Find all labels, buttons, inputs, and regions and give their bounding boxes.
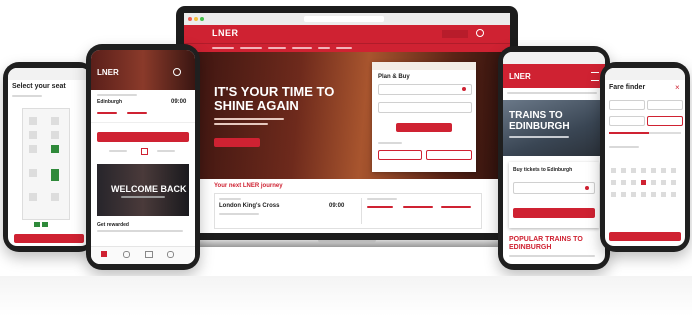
time-field[interactable] [647, 116, 683, 126]
departure-time: 09:00 [329, 203, 345, 209]
fare-finder-title: Fare finder [609, 84, 646, 91]
departure-time: 09:00 [171, 99, 187, 105]
logo[interactable]: LNER [509, 72, 531, 81]
swap-icon[interactable] [141, 148, 148, 155]
logo: LNER [97, 68, 119, 77]
return-option[interactable] [378, 150, 422, 160]
section-title: Get rewarded [97, 222, 129, 228]
destination: Edinburgh [97, 99, 122, 105]
phone-trains: LNER TRAINS TO EDINBURGH Buy tickets to … [498, 46, 610, 270]
hero-title: TRAINS TO EDINBURGH [509, 110, 570, 132]
tickets-icon[interactable] [145, 251, 153, 258]
destination-field[interactable] [647, 100, 683, 110]
seat-map[interactable] [22, 108, 70, 220]
find-trains-button[interactable] [513, 208, 595, 218]
date-field[interactable] [609, 116, 645, 126]
home-icon[interactable] [101, 251, 107, 257]
logo[interactable]: LNER [212, 28, 239, 38]
buy-tickets-button[interactable] [396, 123, 452, 132]
search-icon[interactable] [476, 29, 484, 37]
buy-tickets-card: Buy tickets to Edinburgh [509, 162, 599, 228]
more-options[interactable] [426, 150, 472, 160]
hero-cta-button[interactable] [214, 138, 260, 147]
selected-date[interactable] [641, 180, 646, 185]
welcome-banner[interactable]: WELCOME BACK [97, 164, 189, 216]
account-icon[interactable] [173, 68, 181, 76]
account-icon[interactable] [167, 251, 174, 258]
journey-card[interactable]: London King's Cross 09:00 [214, 193, 482, 229]
seat-screen-title: Select your seat [12, 83, 66, 90]
search-icon[interactable] [123, 251, 130, 258]
selected-seat[interactable] [51, 169, 59, 181]
location-pin-icon [585, 186, 589, 190]
phone-fare-finder: Fare finder × [600, 62, 690, 252]
departure-station: London King's Cross [219, 203, 280, 209]
laptop-notch [318, 240, 376, 243]
to-field[interactable] [378, 102, 472, 113]
phone-journey: LNER Edinburgh 09:00 WELCOME BACK Get re… [86, 44, 200, 270]
browser-toolbar [184, 13, 510, 25]
welcome-title: WELCOME BACK [111, 184, 187, 194]
close-icon[interactable]: × [675, 83, 680, 92]
menu-icon[interactable] [591, 72, 599, 81]
confirm-seat-button[interactable] [14, 234, 84, 243]
sign-in-button[interactable] [442, 30, 468, 38]
selected-seat[interactable] [51, 145, 59, 153]
hero-banner: IT'S YOUR TIME TO SHINE AGAIN Plan & Buy [184, 52, 510, 179]
from-field[interactable] [513, 182, 595, 194]
card-title: Buy tickets to Edinburgh [513, 167, 573, 173]
site-header: LNER [184, 25, 510, 43]
journey-title: Your next LNER journey [214, 183, 283, 189]
phone-screen: Select your seat [8, 68, 90, 246]
address-bar[interactable] [304, 16, 384, 22]
origin-field[interactable] [609, 100, 645, 110]
phone-screen: LNER Edinburgh 09:00 WELCOME BACK Get re… [91, 50, 195, 264]
app-header: LNER [91, 50, 195, 90]
next-button[interactable] [609, 232, 681, 241]
location-pin-icon [462, 87, 466, 91]
plan-journey-button[interactable] [97, 132, 189, 142]
laptop-screen: LNER IT'S YOUR TIME TO SHINE AGAIN Plan … [184, 13, 510, 233]
phone-screen: LNER TRAINS TO EDINBURGH Buy tickets to … [503, 52, 605, 264]
hero-title: IT'S YOUR TIME TO SHINE AGAIN [214, 84, 335, 113]
popular-title: POPULAR TRAINS TO EDINBURGH [509, 236, 583, 251]
phone-seat-select: Select your seat [3, 62, 95, 252]
from-field[interactable] [378, 84, 472, 95]
tab-bar [91, 246, 195, 264]
hero-image: TRAINS TO EDINBURGH [503, 100, 605, 156]
plan-buy-panel: Plan & Buy [372, 62, 476, 172]
app-header: LNER [503, 64, 605, 88]
phone-screen: Fare finder × [605, 68, 685, 246]
panel-title: Plan & Buy [378, 74, 410, 80]
calendar[interactable] [609, 144, 681, 216]
floor-reflection [0, 276, 692, 316]
